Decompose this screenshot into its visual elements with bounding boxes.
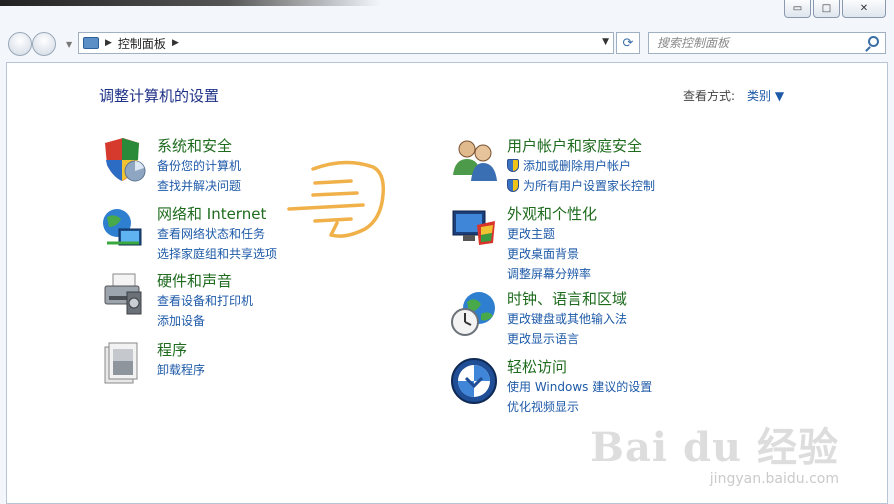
category-link[interactable]: 更改键盘或其他输入法 [507,310,627,327]
network-globe-icon[interactable] [99,203,149,253]
category-link[interactable]: 备份您的计算机 [157,157,241,174]
category-link[interactable]: 卸载程序 [157,361,205,378]
breadcrumb-arrow-icon[interactable]: ▶ [172,38,179,48]
category-title[interactable]: 外观和个性化 [507,203,597,224]
category-programs: 程序 卸载程序 [99,339,399,389]
category-link[interactable]: 查找并解决问题 [157,177,241,194]
category-title[interactable]: 轻松访问 [507,356,567,377]
refresh-icon: ⟳ [622,35,634,51]
breadcrumb-arrow-icon[interactable]: ▶ [105,38,112,48]
users-icon[interactable] [449,135,499,185]
category-link[interactable]: 添加或删除用户帐户 [507,157,631,174]
category-title[interactable]: 程序 [157,339,187,360]
category-link[interactable]: 为所有用户设置家长控制 [507,177,655,194]
maximize-button[interactable]: □ [813,0,840,18]
category-title[interactable]: 系统和安全 [157,135,232,156]
appearance-monitor-icon[interactable] [449,203,499,253]
control-panel-icon [83,37,99,49]
category-ease-of-access: 轻松访问 使用 Windows 建议的设置 优化视频显示 [449,356,749,416]
search-box[interactable] [648,32,886,54]
category-link[interactable]: 查看设备和打印机 [157,292,253,309]
view-by-label: 查看方式: [683,89,736,103]
navigation-bar: ▼ ▶ 控制面板 ▶ ▼ ⟳ [0,26,894,62]
category-link-label: 添加或删除用户帐户 [523,159,632,173]
category-clock-language-region: 时钟、语言和区域 更改键盘或其他输入法 更改显示语言 [449,288,749,348]
watermark-logo: Bai du 经验 [590,424,839,471]
category-title[interactable]: 时钟、语言和区域 [507,288,627,309]
category-link[interactable]: 更改显示语言 [507,330,579,347]
forward-button[interactable] [32,32,56,56]
uac-shield-icon [507,179,519,192]
search-input[interactable] [657,36,867,50]
control-panel-content: 调整计算机的设置 查看方式: 类别 ▼ 系统和安全 备份您的计算机 查找并解决问… [6,62,888,504]
ease-of-access-icon[interactable] [449,356,499,406]
back-button[interactable] [8,32,32,56]
view-by-dropdown[interactable]: 类别 ▼ [747,87,784,104]
category-title[interactable]: 网络和 Internet [157,203,266,224]
address-dropdown-icon[interactable]: ▼ [602,37,609,47]
recent-pages-dropdown[interactable]: ▼ [66,40,72,49]
category-appearance: 外观和个性化 更改主题 更改桌面背景 调整屏幕分辨率 [449,203,749,281]
page-title: 调整计算机的设置 [99,87,220,105]
programs-icon[interactable] [99,339,149,389]
search-icon[interactable] [868,36,879,47]
breadcrumb-control-panel[interactable]: 控制面板 [118,35,166,52]
category-link[interactable]: 更改桌面背景 [507,245,579,262]
uac-shield-icon [507,159,519,172]
category-link[interactable]: 调整屏幕分辨率 [507,265,591,282]
address-bar[interactable]: ▶ 控制面板 ▶ ▼ [78,32,614,54]
watermark-url: jingyan.baidu.com [709,471,839,487]
category-link[interactable]: 添加设备 [157,312,205,329]
window-controls: ▭ □ ✕ [784,0,886,18]
category-link-label: 为所有用户设置家长控制 [523,179,656,193]
category-link[interactable]: 查看网络状态和任务 [157,225,265,242]
refresh-button[interactable]: ⟳ [616,32,640,54]
category-title[interactable]: 硬件和声音 [157,270,232,291]
top-strip [0,0,380,6]
category-hardware-sound: 硬件和声音 查看设备和打印机 添加设备 [99,270,399,330]
category-title[interactable]: 用户帐户和家庭安全 [507,135,642,156]
pointing-hand-annotation [287,160,386,238]
category-link[interactable]: 选择家庭组和共享选项 [157,245,277,262]
baidu-watermark: Bai du 经验 jingyan.baidu.com [590,415,839,487]
printer-icon[interactable] [99,270,149,320]
clock-globe-icon[interactable] [449,288,499,338]
category-link[interactable]: 优化视频显示 [507,398,579,415]
category-link[interactable]: 使用 Windows 建议的设置 [507,378,652,395]
category-user-accounts: 用户帐户和家庭安全 添加或删除用户帐户 为所有用户设置家长控制 [449,135,749,195]
close-button[interactable]: ✕ [842,0,886,18]
shield-chart-icon[interactable] [99,135,149,185]
minimize-button[interactable]: ▭ [784,0,811,18]
category-link[interactable]: 更改主题 [507,225,555,242]
nav-buttons [8,32,64,56]
